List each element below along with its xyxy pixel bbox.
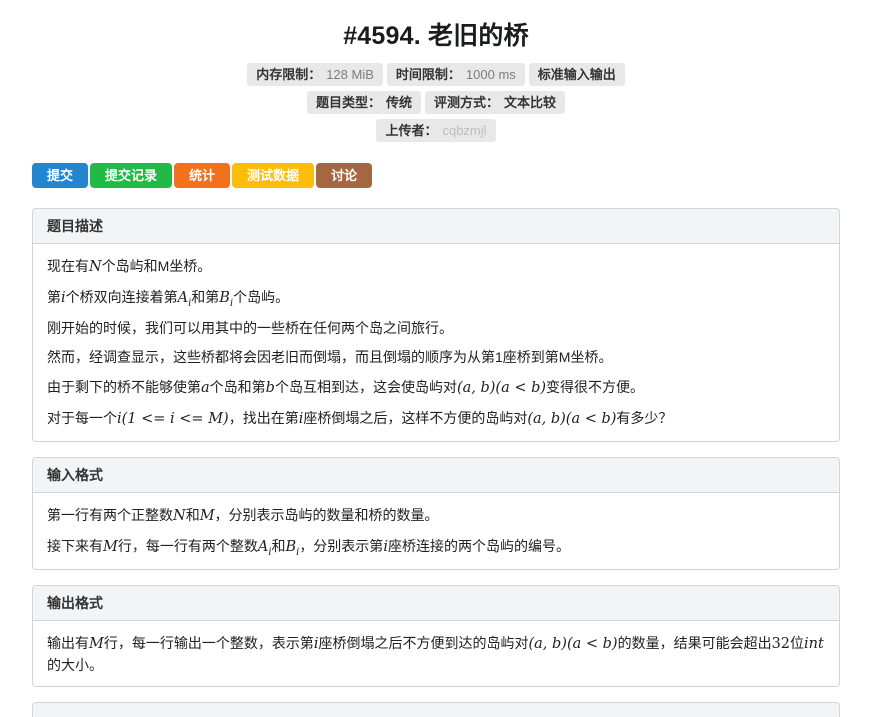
problem-type-badge-value: 传统 [385, 95, 412, 110]
text-segment: 和 [271, 537, 286, 554]
text-segment: 个岛互相到达，这会使岛屿对 [274, 378, 457, 395]
problem-type-badge-label: 题目类型： [315, 95, 381, 110]
math-segment: M [89, 635, 104, 652]
testdata-button[interactable]: 测试数据 [232, 163, 315, 188]
text-segment: 行，每一行输出一个整数，表示第 [103, 634, 314, 651]
math-segment: int [804, 635, 824, 652]
math-segment: 32 [771, 635, 791, 652]
section-output-format: 输出格式输出有M行，每一行输出一个整数，表示第i座桥倒塌之后不方便到达的岛屿对(… [32, 584, 840, 687]
text-segment: 接下来有 [47, 537, 103, 554]
paragraph: 第i个桥双向连接着第Ai和第Bi个岛屿。 [47, 287, 825, 309]
section-description: 题目描述 现在有N个岛屿和M坐桥。 第i个桥双向连接着第Ai和第Bi个岛屿。 刚开始的… [32, 208, 840, 442]
memory-limit-badge: 内存限制： 128 MiB [247, 63, 383, 86]
text-segment: 第一行有两个正整数 [47, 506, 173, 523]
text-segment: 的数量，结果可能会超出 [617, 634, 772, 651]
section-input-format-body: 第一行有两个正整数N和M，分别表示岛屿的数量和桥的数量。 接下来有M行，每一行有两… [33, 493, 839, 569]
math-segment: a [201, 379, 210, 396]
next-section-stub [32, 702, 840, 717]
memory-limit-badge-label: 内存限制： [256, 67, 322, 82]
text-segment: 输出有 [47, 634, 89, 651]
uploader-badge-label: 上传者： [385, 123, 438, 138]
paragraph: 输出有M行，每一行输出一个整数，表示第i座桥倒塌之后不方便到达的岛屿对(a, b… [47, 633, 825, 675]
text-segment: 座桥倒塌之后，这样不方便的岛屿对 [303, 409, 528, 426]
memory-limit-badge-value: 128 MiB [326, 67, 374, 82]
text-segment: 和 [185, 506, 200, 523]
badge-rows: 内存限制： 128 MiB 时间限制： 1000 ms 标准输入输出 题目类型： 传统 评测方… [32, 63, 840, 142]
page-title: #4594. 老旧的桥 [343, 22, 529, 50]
text-segment: 个岛和第 [209, 378, 266, 395]
math-segment: Ai [257, 538, 272, 558]
submissions-button[interactable]: 提交记录 [90, 163, 173, 188]
text-segment: 变得很不方便。 [546, 378, 645, 395]
time-limit-badge: 时间限制： 1000 ms [386, 63, 525, 86]
math-segment: (a, b)(a < b) [456, 379, 547, 396]
section-input-format: 输入格式 第一行有两个正整数N和M，分别表示岛屿的数量和桥的数量。 接下来有M行，每… [32, 456, 840, 570]
text-segment: 现在有 [47, 258, 89, 274]
paragraph: 接下来有M行，每一行有两个整数Ai和Bi，分别表示第i座桥连接的两个岛屿的编号。 [47, 536, 825, 558]
text-segment: 有多少？ [616, 409, 673, 426]
text-segment: 由于剩下的桥不能够使第 [47, 378, 201, 395]
text-segment: 然而，经调查显示，这些桥都将会因老旧而倒塌，而且倒塌的顺序为从第1座桥到第M坐桥… [47, 349, 613, 366]
math-segment: b [265, 379, 275, 396]
action-buttons: 提交 提交记录 统计 测试数据 讨论 [32, 163, 840, 188]
text-segment: ，找出在第 [228, 409, 299, 426]
sections: 题目描述 现在有N个岛屿和M坐桥。 第i个桥双向连接着第Ai和第Bi个岛屿。 刚开始的… [32, 208, 840, 687]
math-segment: i(1 <= i <= M) [117, 410, 229, 427]
text-segment: 对于每一个 [47, 409, 117, 426]
text-segment: 个岛屿。 [233, 289, 290, 306]
math-segment: Bi [285, 538, 300, 558]
paragraph: 刚开始的时候，我们可以用其中的一些桥在任何两个岛之间旅行。 [47, 318, 825, 338]
paragraph: 然而，经调查显示，这些桥都将会因老旧而倒塌，而且倒塌的顺序为从第1座桥到第M坐桥… [47, 347, 825, 367]
paragraph: 对于每一个i(1 <= i <= M)，找出在第i座桥倒塌之后，这样不方便的岛屿… [47, 408, 825, 430]
time-limit-badge-label: 时间限制： [395, 67, 461, 82]
paragraph: 现在有N个岛屿和M坐桥。 [47, 256, 825, 278]
statistics-button[interactable]: 统计 [174, 163, 231, 188]
section-output-format-body: 输出有M行，每一行输出一个整数，表示第i座桥倒塌之后不方便到达的岛屿对(a, b… [33, 621, 839, 686]
text-segment: ，分别表示岛屿的数量和桥的数量。 [214, 506, 439, 523]
badge-row: 内存限制： 128 MiB 时间限制： 1000 ms 标准输入输出 [32, 63, 840, 86]
section-input-format-header: 输入格式 [33, 457, 839, 493]
paragraph: 由于剩下的桥不能够使第a个岛和第b个岛互相到达，这会使岛屿对(a, b)(a <… [47, 377, 825, 399]
problem-type-badge: 题目类型： 传统 [306, 91, 421, 114]
text-segment: 和第 [191, 289, 220, 306]
text-segment: 座桥连接的两个岛屿的编号。 [387, 537, 570, 554]
badge-row: 题目类型： 传统 评测方式： 文本比较 [32, 91, 840, 114]
section-description-header: 题目描述 [33, 209, 839, 244]
math-segment: M [103, 538, 118, 555]
uploader-badge: 上传者： cqbzmjl [376, 119, 496, 142]
io-mode-badge-label: 标准输入输出 [537, 67, 616, 82]
time-limit-badge-value: 1000 ms [465, 67, 516, 82]
paragraph: 第一行有两个正整数N和M，分别表示岛屿的数量和桥的数量。 [47, 505, 825, 527]
math-segment: Bi [219, 290, 234, 309]
section-description-body: 现在有N个岛屿和M坐桥。 第i个桥双向连接着第Ai和第Bi个岛屿。 刚开始的时候，我… [33, 244, 839, 441]
math-segment: (a, b)(a < b) [527, 410, 617, 427]
problem-page: #4594. 老旧的桥 内存限制： 128 MiB 时间限制： 1000 ms 标准输入… [0, 0, 872, 717]
text-segment: 座桥倒塌之后不方便到达的岛屿对 [318, 634, 529, 651]
text-segment: 个桥双向连接着第 [65, 289, 178, 306]
judge-mode-badge-label: 评测方式： [434, 95, 500, 110]
uploader-badge-value[interactable]: cqbzmjl [442, 123, 486, 138]
math-segment: (a, b)(a < b) [528, 635, 618, 652]
math-segment: M [199, 507, 215, 524]
text-segment: 第 [47, 289, 61, 306]
discussion-button[interactable]: 讨论 [316, 163, 373, 188]
text-segment: 的大小。 [47, 656, 103, 673]
text-segment: ，分别表示第 [299, 537, 384, 554]
io-mode-badge: 标准输入输出 [528, 63, 625, 86]
text-segment: 行，每一行有两个整数 [117, 537, 258, 554]
text-segment: 位 [790, 634, 805, 651]
math-segment: N [173, 507, 186, 524]
text-segment: 刚开始的时候，我们可以用其中的一些桥在任何两个岛之间旅行。 [47, 320, 453, 337]
math-segment: N [89, 259, 102, 275]
section-output-format-header: 输出格式 [33, 585, 839, 621]
math-segment: Ai [177, 290, 192, 309]
submit-button[interactable]: 提交 [32, 163, 89, 188]
text-segment: 个岛屿和M坐桥。 [101, 258, 212, 274]
judge-mode-badge: 评测方式： 文本比较 [425, 91, 566, 114]
badge-row: 上传者： cqbzmjl [32, 119, 840, 142]
judge-mode-badge-value: 文本比较 [504, 95, 557, 110]
